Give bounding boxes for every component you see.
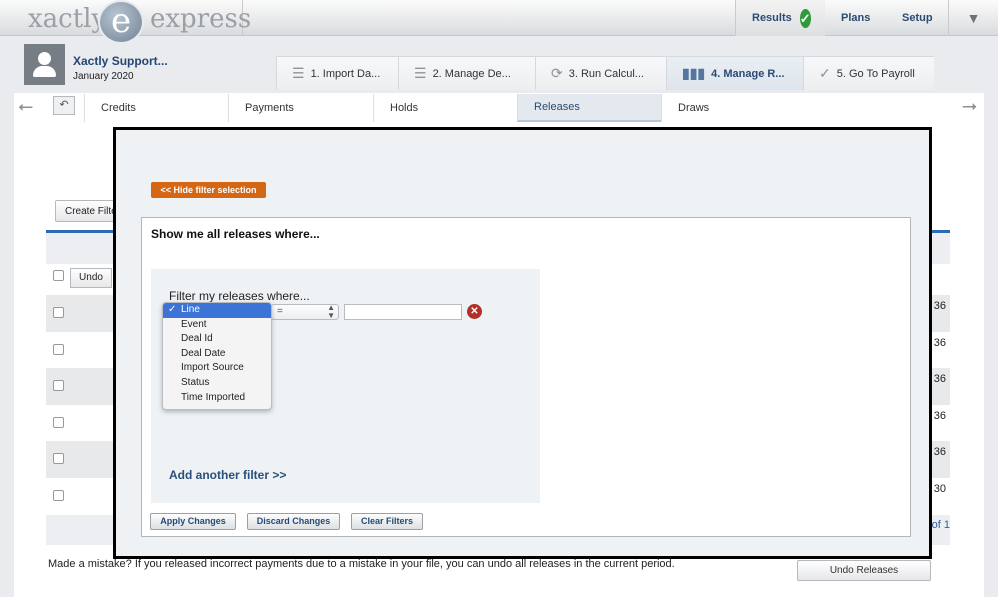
step-import-data[interactable]: ☰ 1. Import Da... (276, 56, 398, 90)
undo-button[interactable]: Undo (70, 268, 112, 288)
option-deal-id[interactable]: Deal Id (163, 332, 271, 347)
list-icon: ☰ (292, 65, 305, 81)
refresh-icon: ⟳ (551, 65, 563, 81)
step-manage-deals[interactable]: ☰ 2. Manage De... (398, 56, 535, 90)
operator-select[interactable]: = ▲ ▼ (271, 304, 339, 320)
field-dropdown-menu[interactable]: ✓ Line Event Deal Id Deal Date Import Sou… (162, 302, 272, 410)
step-label: 5. Go To Payroll (836, 67, 915, 80)
logo-word-xactly: xactly (28, 4, 107, 34)
row-value: 36 (933, 300, 946, 312)
user-card[interactable]: Xactly Support... January 2020 (24, 44, 176, 86)
select-all-checkbox[interactable] (53, 270, 64, 281)
row-checkbox[interactable] (53, 380, 64, 391)
history-icon[interactable]: ↶ (53, 96, 75, 115)
check-circle-icon: ✓ (799, 8, 811, 28)
step-label: 3. Run Calcul... (568, 67, 644, 80)
row-value: 36 (933, 373, 946, 385)
filter-heading: Filter my releases where... (169, 289, 310, 303)
step-go-to-payroll[interactable]: ✓ 5. Go To Payroll (803, 56, 934, 90)
step-run-calculations[interactable]: ⟳ 3. Run Calcul... (535, 56, 666, 90)
row-checkbox[interactable] (53, 453, 64, 464)
list-icon: ☰ (414, 65, 427, 81)
select-arrows-icon: ▲ ▼ (327, 303, 335, 320)
checkmark-icon: ✓ (168, 304, 177, 315)
remove-filter-icon[interactable]: ✕ (467, 304, 482, 319)
tab-releases[interactable]: Releases (517, 94, 661, 122)
filter-modal: << Hide filter selection Show me all rel… (113, 127, 932, 559)
row-checkbox[interactable] (53, 307, 64, 318)
row-value: 36 (933, 410, 946, 422)
option-deal-date[interactable]: Deal Date (163, 347, 271, 362)
nav-results-label: Results (752, 12, 792, 24)
operator-value: = (277, 306, 283, 317)
filter-box: Filter my releases where... = ▲ ▼ ✕ ✓ Line… (151, 269, 540, 503)
row-checkbox[interactable] (53, 417, 64, 428)
logo-mark: e (98, 0, 144, 44)
caret-down-icon[interactable]: ▼ (948, 0, 998, 36)
option-line[interactable]: ✓ Line (163, 303, 271, 318)
top-bar: xactly e express Results ✓ Plans Setup ▼ (0, 0, 998, 44)
pagination-text: of 1 (931, 519, 950, 531)
option-import-source[interactable]: Import Source (163, 361, 271, 376)
option-event[interactable]: Event (163, 318, 271, 333)
avatar-head (38, 52, 51, 65)
sub-tabs: Credits Payments Holds Releases Draws (84, 94, 791, 122)
row-value: 30 (933, 483, 946, 495)
tab-credits[interactable]: Credits (84, 94, 228, 122)
arrow-left-icon[interactable]: ⭠ (18, 96, 33, 118)
option-time-imported[interactable]: Time Imported (163, 391, 271, 406)
process-steps: ☰ 1. Import Da... ☰ 2. Manage De... ⟳ 3.… (276, 56, 934, 90)
tab-draws[interactable]: Draws (661, 94, 791, 122)
step-label: 4. Manage R... (711, 67, 785, 80)
filter-value-input[interactable] (344, 304, 462, 320)
apply-changes-button[interactable]: Apply Changes (150, 513, 236, 530)
undo-help-text: Made a mistake? If you released incorrec… (48, 558, 675, 570)
row-value: 36 (933, 446, 946, 458)
logo-word-express: express (150, 4, 252, 34)
user-period: January 2020 (73, 71, 134, 82)
avatar (24, 44, 65, 85)
option-status[interactable]: Status (163, 376, 271, 391)
avatar-body (33, 66, 56, 77)
discard-changes-button[interactable]: Discard Changes (247, 513, 340, 530)
filter-panel: Show me all releases where... Filter my … (141, 217, 911, 537)
tab-payments[interactable]: Payments (228, 94, 373, 122)
undo-releases-button[interactable]: Undo Releases (797, 560, 931, 581)
check-icon: ✓ (819, 65, 831, 81)
filter-panel-title: Show me all releases where... (151, 227, 320, 241)
tab-holds[interactable]: Holds (373, 94, 517, 122)
nav-setup[interactable]: Setup (886, 0, 948, 36)
user-name: Xactly Support... (73, 54, 168, 68)
hide-filter-selection-button[interactable]: << Hide filter selection (151, 182, 266, 198)
step-label: 2. Manage De... (432, 67, 511, 80)
top-nav: Results ✓ Plans Setup ▼ (735, 0, 998, 36)
arrow-right-icon[interactable]: ⭢ (962, 96, 977, 118)
row-value: 36 (933, 337, 946, 349)
nav-plans[interactable]: Plans (825, 0, 886, 36)
option-label: Line (181, 304, 200, 315)
step-manage-results[interactable]: ▮▮▮ 4. Manage R... (666, 56, 803, 90)
step-label: 1. Import Da... (310, 67, 381, 80)
row-checkbox[interactable] (53, 344, 64, 355)
add-another-filter-link[interactable]: Add another filter >> (169, 468, 286, 482)
nav-results[interactable]: Results ✓ (735, 0, 825, 36)
clear-filters-button[interactable]: Clear Filters (351, 513, 423, 530)
row-checkbox[interactable] (53, 490, 64, 501)
bar-chart-icon: ▮▮▮ (682, 65, 706, 81)
xactly-express-logo[interactable]: xactly e express (0, 0, 251, 44)
